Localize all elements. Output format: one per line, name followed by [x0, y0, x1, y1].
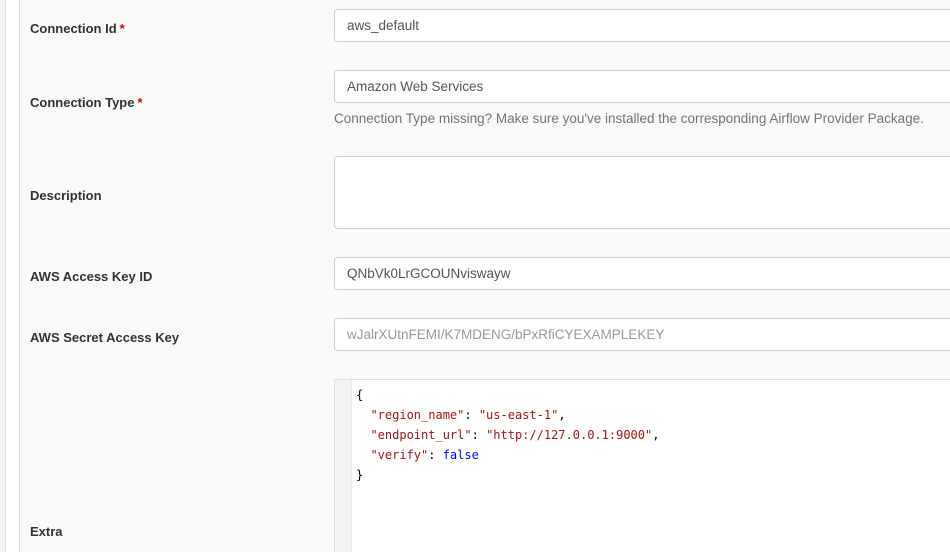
extra-json-editor[interactable]: { "region_name": "us-east-1", "endpoint_… [334, 379, 950, 552]
extra-label: Extra [30, 524, 63, 539]
connection-id-value: aws_default [347, 18, 420, 33]
description-textarea[interactable] [334, 156, 950, 229]
aws-access-key-id-label: AWS Access Key ID [30, 269, 153, 284]
json-close-brace: } [356, 468, 364, 482]
aws-secret-access-key-placeholder: wJalrXUtnFEMI/K7MDENG/bPxRfiCYEXAMPLEKEY [347, 327, 665, 342]
json-value: "us-east-1" [478, 408, 559, 422]
connection-type-select[interactable]: Amazon Web Services [334, 70, 950, 103]
row-connection-type: Connection Type * Amazon Web Services Con… [20, 61, 950, 148]
row-aws-secret-access-key: AWS Secret Access Key wJalrXUtnFEMI/K7MD… [20, 309, 950, 371]
row-description: Description [20, 147, 950, 249]
json-key: "region_name" [370, 408, 465, 422]
aws-secret-access-key-input[interactable]: wJalrXUtnFEMI/K7MDENG/bPxRfiCYEXAMPLEKEY [334, 318, 950, 351]
aws-access-key-id-value: QNbVk0LrGCOUNviswayw [347, 266, 511, 281]
page-left-border [0, 0, 6, 552]
row-extra: Extra { "region_name": "us-east-1", "end… [20, 370, 950, 552]
connection-type-value: Amazon Web Services [347, 79, 484, 94]
required-mark: * [119, 21, 125, 36]
connection-type-label: Connection Type * [30, 95, 143, 110]
json-value: false [442, 448, 479, 462]
connection-id-input[interactable]: aws_default [334, 9, 950, 42]
description-label: Description [30, 188, 102, 203]
row-aws-access-key-id: AWS Access Key ID QNbVk0LrGCOUNviswayw [20, 248, 950, 310]
aws-secret-access-key-label: AWS Secret Access Key [30, 330, 180, 345]
json-key: "endpoint_url" [370, 428, 472, 442]
connection-form: Connection Id * aws_default Connection Ty… [19, 0, 950, 552]
json-open-brace: { [356, 388, 364, 402]
editor-content[interactable]: { "region_name": "us-east-1", "endpoint_… [356, 385, 659, 485]
required-mark: * [137, 95, 143, 110]
connection-type-help: Connection Type missing? Make sure you'v… [334, 111, 924, 126]
aws-access-key-id-input[interactable]: QNbVk0LrGCOUNviswayw [334, 257, 950, 290]
connection-id-label-text: Connection Id [30, 21, 117, 36]
row-connection-id: Connection Id * aws_default [20, 0, 950, 62]
json-key: "verify" [370, 448, 429, 462]
connection-type-label-text: Connection Type [30, 95, 135, 110]
json-value: "http://127.0.0.1:9000" [486, 428, 653, 442]
connection-id-label: Connection Id * [30, 21, 125, 36]
editor-gutter [335, 380, 352, 552]
